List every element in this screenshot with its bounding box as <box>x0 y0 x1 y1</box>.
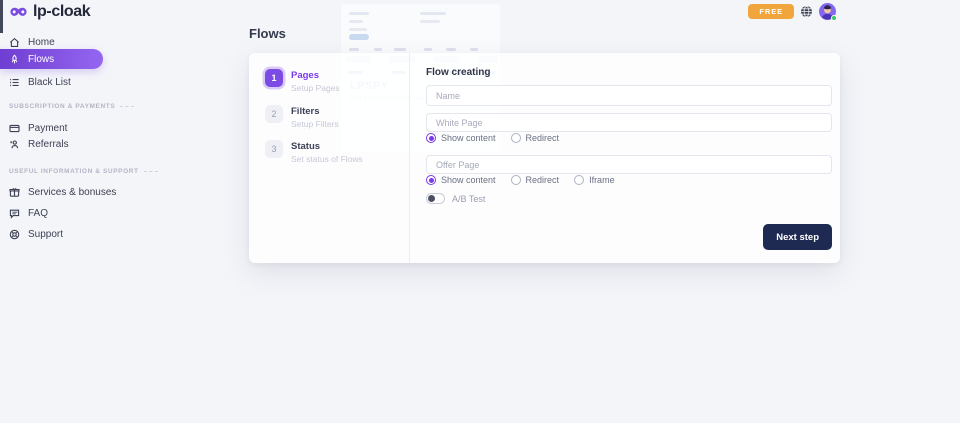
list-icon <box>9 77 20 88</box>
step-status[interactable]: 3 Status Set status of Flows <box>265 140 363 164</box>
white-page-radio-group: Show content Redirect <box>426 133 559 143</box>
radio-label: Iframe <box>589 175 615 185</box>
sidebar-item-label: Support <box>28 229 63 240</box>
radio-show-content[interactable]: Show content <box>426 175 496 185</box>
step-title: Pages <box>291 70 340 81</box>
radio-iframe[interactable]: Iframe <box>574 175 615 185</box>
scrollbar-thumb[interactable] <box>0 0 3 33</box>
white-page-input[interactable] <box>426 113 832 132</box>
bg-skeleton-line <box>374 48 382 51</box>
credit-card-icon <box>9 123 20 134</box>
sidebar-item-label: FAQ <box>28 208 48 219</box>
sidebar-item-label: Black List <box>28 77 71 88</box>
step-title: Status <box>291 141 363 152</box>
next-step-button[interactable]: Next step <box>763 224 832 250</box>
free-plan-badge[interactable]: FREE <box>748 4 794 19</box>
mask-logo-icon <box>9 6 28 19</box>
sidebar-item-label: Flows <box>28 54 54 65</box>
ab-test-toggle[interactable] <box>426 193 445 204</box>
bg-skeleton-line <box>394 48 406 51</box>
offer-page-radio-group: Show content Redirect Iframe <box>426 175 615 185</box>
step-subtitle: Setup Pages <box>291 83 340 93</box>
step-title: Filters <box>291 106 339 117</box>
step-subtitle: Setup Filters <box>291 119 339 129</box>
bg-skeleton-line <box>446 48 456 51</box>
sidebar-item-label: Payment <box>28 123 67 134</box>
sidebar: lp-cloak Home Flows Black List Subscrip <box>0 0 248 423</box>
radio-dot <box>426 133 436 143</box>
sidebar-item-faq[interactable]: FAQ <box>0 205 230 221</box>
online-status-dot <box>831 15 837 21</box>
steps-divider <box>409 53 410 263</box>
gift-icon <box>9 187 20 198</box>
bg-skeleton-pill <box>349 34 369 40</box>
dashed-divider <box>144 171 158 172</box>
bg-skeleton-line <box>420 12 446 15</box>
ab-test-row: A/B Test <box>426 193 485 204</box>
modal-title: Flow creating <box>426 67 490 78</box>
name-input[interactable] <box>426 85 832 106</box>
language-globe-icon[interactable] <box>800 5 813 18</box>
dashed-divider <box>120 106 134 107</box>
step-subtitle: Set status of Flows <box>291 154 363 164</box>
page-title: Flows <box>249 26 286 41</box>
step-number: 1 <box>265 69 283 87</box>
step-filters[interactable]: 2 Filters Setup Filters <box>265 105 339 129</box>
bg-skeleton-line <box>349 48 359 51</box>
avatar[interactable] <box>819 3 836 20</box>
radio-redirect[interactable]: Redirect <box>511 133 560 143</box>
bg-skeleton-line <box>470 48 478 51</box>
sidebar-item-support[interactable]: Support <box>0 226 230 242</box>
logo[interactable]: lp-cloak <box>9 3 90 21</box>
chat-icon <box>9 208 20 219</box>
sidebar-item-label: Services & bonuses <box>28 187 116 198</box>
sidebar-item-referrals[interactable]: Referrals <box>0 136 230 152</box>
users-icon <box>9 139 20 150</box>
radio-dot <box>511 133 521 143</box>
sidebar-item-black-list[interactable]: Black List <box>0 74 230 90</box>
toggle-knob <box>428 195 435 202</box>
bg-skeleton-line <box>349 12 369 15</box>
radio-dot <box>511 175 521 185</box>
topbar-controls: FREE <box>748 3 836 20</box>
bg-skeleton-line <box>349 28 367 31</box>
radio-dot <box>574 175 584 185</box>
flow-creating-modal: 1 Pages Setup Pages 2 Filters Setup Filt… <box>249 53 840 263</box>
offer-page-input[interactable] <box>426 155 832 174</box>
bg-skeleton-line <box>424 48 432 51</box>
radio-show-content[interactable]: Show content <box>426 133 496 143</box>
radio-dot <box>426 175 436 185</box>
radio-label: Redirect <box>526 133 560 143</box>
home-icon <box>9 37 20 48</box>
bg-skeleton-line <box>349 20 363 23</box>
sidebar-item-payment[interactable]: Payment <box>0 120 230 136</box>
step-pages[interactable]: 1 Pages Setup Pages <box>265 69 340 93</box>
step-number: 3 <box>265 140 283 158</box>
radio-label: Show content <box>441 175 496 185</box>
bg-skeleton-line <box>420 20 440 23</box>
section-header-support: Useful information & Support <box>9 168 158 175</box>
section-header-subscription: Subscription & Payments <box>9 103 134 110</box>
logo-text: lp-cloak <box>33 3 90 21</box>
sidebar-item-home[interactable]: Home <box>0 34 230 50</box>
lifebuoy-icon <box>9 229 20 240</box>
step-number: 2 <box>265 105 283 123</box>
sidebar-item-services-bonuses[interactable]: Services & bonuses <box>0 184 230 200</box>
radio-label: Redirect <box>526 175 560 185</box>
rocket-icon <box>9 54 20 65</box>
radio-redirect[interactable]: Redirect <box>511 175 560 185</box>
sidebar-item-label: Home <box>28 37 55 48</box>
ab-test-label: A/B Test <box>452 194 485 204</box>
sidebar-item-flows-active[interactable]: Flows <box>0 49 103 69</box>
sidebar-item-label: Referrals <box>28 139 69 150</box>
radio-label: Show content <box>441 133 496 143</box>
